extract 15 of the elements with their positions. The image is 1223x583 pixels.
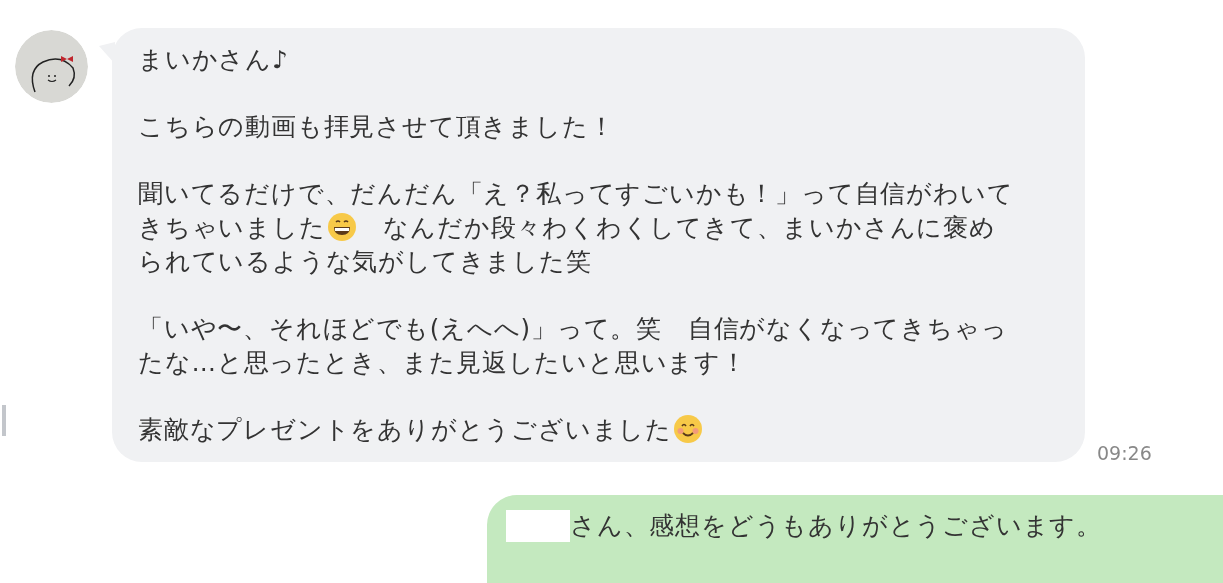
message-text: られているような気がしてきました笑 — [138, 245, 592, 278]
message-time: 09:26 — [1097, 442, 1152, 464]
message-text: たな…と思ったとき、また見返したいと思います！ — [138, 346, 747, 379]
message-text: こちらの動画も拝見させて頂きました！ — [138, 110, 615, 143]
grinning-face-icon — [326, 212, 357, 242]
message-text: さん、感想をどうもありがとうございます。 — [570, 510, 1102, 542]
message-text: なんだか段々わくわくしてきて、まいかさんに褒め — [382, 211, 996, 244]
message-text: 聞いてるだけで、だんだん「え？私ってすごいかも！」って自信がわいて — [138, 177, 1014, 210]
avatar-icon[interactable] — [15, 30, 88, 103]
smiling-face-icon — [673, 414, 703, 444]
message-text: 素敵なプレゼントをありがとうございました — [138, 413, 672, 446]
message-text: 「いや〜、それほどでも(えへへ)」って。笑 自信がなくなってきちゃっ — [138, 312, 1008, 345]
message-text: きちゃいました — [138, 211, 326, 244]
message-text: まいかさん♪ — [138, 43, 289, 76]
redacted-name-block — [506, 510, 570, 542]
